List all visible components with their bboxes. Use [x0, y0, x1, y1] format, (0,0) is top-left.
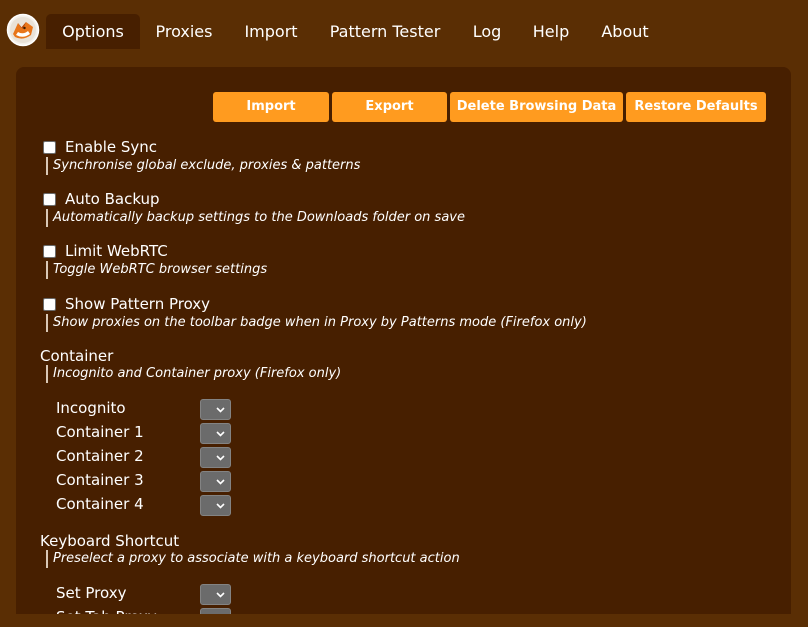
import-button[interactable]: Import — [213, 92, 329, 122]
show-pattern-proxy-description: Show proxies on the toolbar badge when i… — [46, 314, 587, 332]
tab-log[interactable]: Log — [462, 14, 512, 49]
tab-proxies[interactable]: Proxies — [144, 14, 224, 49]
show-pattern-proxy-label: Show Pattern Proxy — [65, 295, 211, 313]
auto-backup-label: Auto Backup — [65, 190, 160, 208]
options-panel: Import Export Delete Browsing Data Resto… — [16, 67, 791, 627]
page-bottom-edge — [0, 614, 808, 627]
auto-backup-description: Automatically backup settings to the Dow… — [46, 209, 465, 227]
set-proxy-select[interactable] — [200, 584, 231, 605]
set-proxy-label: Set Proxy — [56, 584, 127, 602]
restore-defaults-button[interactable]: Restore Defaults — [626, 92, 766, 122]
delete-browsing-data-button[interactable]: Delete Browsing Data — [450, 92, 623, 122]
limit-webrtc-label: Limit WebRTC — [65, 242, 168, 260]
container-4-proxy-select[interactable] — [200, 495, 231, 516]
container-1-proxy-select[interactable] — [200, 423, 231, 444]
export-button[interactable]: Export — [332, 92, 447, 122]
container-2-label: Container 2 — [56, 447, 144, 465]
limit-webrtc-checkbox[interactable] — [43, 245, 56, 258]
auto-backup-checkbox[interactable] — [43, 193, 56, 206]
tab-import[interactable]: Import — [234, 14, 308, 49]
show-pattern-proxy-checkbox[interactable] — [43, 298, 56, 311]
enable-sync-description: Synchronise global exclude, proxies & pa… — [46, 157, 360, 175]
chevron-down-icon — [216, 407, 225, 413]
chevron-down-icon — [216, 592, 225, 598]
tab-pattern-tester[interactable]: Pattern Tester — [318, 14, 452, 49]
fox-logo-icon — [6, 13, 40, 47]
tab-about[interactable]: About — [590, 14, 660, 49]
chevron-down-icon — [216, 503, 225, 509]
container-3-label: Container 3 — [56, 471, 144, 489]
container-description: Incognito and Container proxy (Firefox o… — [46, 365, 341, 383]
container-2-proxy-select[interactable] — [200, 447, 231, 468]
chevron-down-icon — [216, 431, 225, 437]
container-4-label: Container 4 — [56, 495, 144, 513]
enable-sync-label: Enable Sync — [65, 138, 158, 156]
keyboard-shortcut-description: Preselect a proxy to associate with a ke… — [46, 550, 460, 568]
incognito-label: Incognito — [56, 399, 126, 417]
tab-options[interactable]: Options — [46, 14, 140, 49]
container-3-proxy-select[interactable] — [200, 471, 231, 492]
container-1-label: Container 1 — [56, 423, 144, 441]
chevron-down-icon — [216, 479, 225, 485]
keyboard-shortcut-section-title: Keyboard Shortcut — [40, 532, 180, 550]
enable-sync-checkbox[interactable] — [43, 141, 56, 154]
limit-webrtc-description: Toggle WebRTC browser settings — [46, 261, 267, 279]
top-navigation: Options Proxies Import Pattern Tester Lo… — [0, 0, 808, 49]
container-section-title: Container — [40, 347, 114, 365]
tab-help[interactable]: Help — [522, 14, 580, 49]
incognito-proxy-select[interactable] — [200, 399, 231, 420]
chevron-down-icon — [216, 455, 225, 461]
